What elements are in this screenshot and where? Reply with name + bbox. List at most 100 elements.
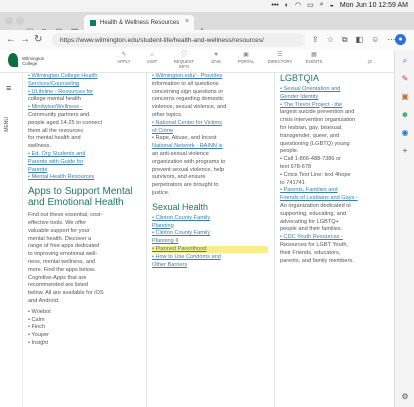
sexual-health-line[interactable]: • Clinton County Family — [152, 230, 268, 237]
forward-button[interactable]: → — [20, 34, 30, 45]
wifi-icon[interactable]: ◠ — [295, 1, 301, 9]
body-line: Cognitive-Apps that are — [28, 274, 87, 281]
column-lgbtqia: LGBTQIA • Sexual Orientation and Gender I… — [280, 73, 390, 265]
sexual-health-heading: Sexual Health — [152, 201, 209, 212]
sexual-health-line[interactable]: Planning — [152, 223, 268, 230]
tab-active[interactable]: Health & Wellness Resources × — [84, 15, 194, 30]
body-line: valuable support for your — [28, 227, 90, 234]
apply-icon: ✎ — [121, 52, 127, 58]
lgbtqia-line: text 678-678 — [280, 163, 312, 170]
control-center-icon[interactable]: ◒ — [330, 2, 334, 9]
tab-title: Health & Wellness Resources — [100, 19, 180, 26]
column-divider — [274, 73, 275, 407]
column-safety-sexual-health: • Wilmington.edu/ - Provides information … — [152, 73, 268, 269]
search-icon[interactable]: ⌕ — [400, 56, 410, 66]
resource-line: for mental health and — [28, 135, 81, 142]
briefcase-icon[interactable]: ▣ — [400, 92, 410, 102]
resource-line[interactable]: • Mindwise/Wellness - — [28, 104, 140, 111]
resource-line[interactable]: Parents with Guide for — [28, 159, 140, 166]
browser-toolbar: ← → ↻ https://www.wilmington.edu/student… — [0, 30, 414, 51]
resource-line: college mental health — [28, 96, 81, 103]
body-line: more. Find the apps below. — [28, 266, 96, 273]
app-item: • Calm — [28, 316, 45, 323]
browser-right-sidebar: ⌕ ✎ ▣ ☻ ◉ + ⚙ — [394, 50, 414, 407]
body-line: effective tools. We offer — [28, 219, 87, 226]
resource-line[interactable]: • Ed. Org Students and — [28, 151, 140, 158]
lgbtqia-line: for lesbian, gay, bisexual, — [280, 124, 343, 131]
clock[interactable]: Mon Jun 10 12:59 AM — [340, 2, 408, 9]
body-line: below. All are available for iOS — [28, 290, 104, 297]
lgbtqia-line[interactable]: • The Trevor Project - the — [280, 102, 390, 109]
close-tab-icon[interactable]: × — [185, 18, 189, 25]
nav-directory[interactable]: ☰ DIRECTORY — [266, 52, 294, 64]
resource-line[interactable]: of Crime — [152, 128, 268, 135]
resource-line[interactable]: Services/Counseling — [28, 81, 140, 88]
sidebar-toggle-icon[interactable]: ◧ — [356, 35, 364, 45]
lgbtqia-line[interactable]: Gender Identity — [280, 94, 390, 101]
visit-icon: ⌂ — [150, 52, 154, 58]
directory-icon: ☰ — [277, 52, 283, 58]
share-icon[interactable]: ⇪ — [312, 35, 319, 45]
college-logo[interactable] — [8, 53, 18, 67]
bookmark-icon[interactable]: ☆ — [327, 35, 334, 45]
lgbtqia-line[interactable]: Friends of Lesbians and Gays - — [280, 195, 390, 202]
nav-visit[interactable]: ⌂ VISIT — [138, 52, 166, 64]
nav-give[interactable]: ♥ GIVE — [202, 52, 230, 64]
resource-line[interactable]: • ULifeline - Resources for — [28, 89, 140, 96]
site-favicon-icon — [90, 19, 96, 26]
tab-strip: ▤ ⧉ ◫ ▦ Health & Wellness Resources × + — [0, 12, 414, 37]
menu-label[interactable]: MENU — [4, 117, 10, 132]
sexual-health-line[interactable]: Planning II — [152, 238, 268, 245]
resource-line: prevent sexual violence, help — [152, 166, 225, 173]
resource-line[interactable]: • Wilmington.edu/ - Provides — [152, 73, 268, 80]
logo-text[interactable]: Wilmington College — [22, 56, 44, 66]
close-window-button[interactable] — [5, 17, 13, 25]
resource-line: violence, sexual violence, and — [152, 104, 227, 111]
search-icon[interactable]: ⌕ — [320, 1, 324, 9]
nav-portal[interactable]: ▣ PORTAL — [232, 52, 260, 64]
resource-line[interactable]: • Wilmington College Health — [28, 73, 140, 80]
bell-icon[interactable]: ◐ — [285, 2, 289, 9]
profile-icon[interactable]: ☺ — [371, 35, 379, 45]
lgbtqia-line[interactable]: • Parents, Families and — [280, 187, 390, 194]
battery-icon[interactable]: ▭ — [307, 1, 314, 9]
resource-line[interactable]: Parents — [28, 167, 140, 174]
resource-line[interactable]: • Mental Health Resources — [28, 174, 140, 181]
resource-line: Community partners and — [28, 111, 90, 118]
resource-line: them all the resources — [28, 127, 84, 134]
hamburger-icon[interactable]: ≡ — [6, 83, 11, 93]
reload-button[interactable]: ↻ — [34, 34, 42, 45]
sexual-health-line[interactable]: • Planned Parenthood — [152, 245, 268, 253]
sexual-health-line[interactable]: Other Barriers — [152, 262, 268, 269]
outlook-icon[interactable]: ◉ — [400, 128, 410, 138]
minimize-window-button[interactable] — [16, 17, 24, 25]
lgbtqia-heading: LGBTQIA — [280, 73, 320, 83]
lgbtqia-line[interactable]: • Sexual Orientation and — [280, 86, 390, 93]
ellipsis-icon[interactable]: ••• — [271, 2, 278, 9]
resource-line[interactable]: National Network - RAINN is — [152, 143, 268, 150]
site-search-icon[interactable]: ⌕ — [362, 53, 378, 69]
sexual-health-line[interactable]: • How to Use Condoms and — [152, 254, 268, 261]
extensions-icon[interactable]: ⧉ — [342, 35, 348, 45]
person-icon[interactable]: ☻ — [400, 110, 410, 120]
sexual-health-line[interactable]: • Clinton County Family — [152, 215, 268, 222]
resource-line: concerning sign questions or — [152, 88, 224, 95]
lgbtqia-line: • Crisis Text Line: text 4hope — [280, 171, 351, 178]
app-item: • Youper — [28, 332, 49, 339]
nav-events[interactable]: ▦ EVENTS — [300, 52, 328, 64]
nav-apply[interactable]: ✎ APPLY — [110, 52, 138, 64]
pencil-icon[interactable]: ✎ — [400, 74, 410, 84]
plus-icon[interactable]: + — [400, 146, 410, 156]
back-button[interactable]: ← — [6, 34, 16, 45]
nav-request-info[interactable]: ⓘ REQUEST INFO — [170, 52, 198, 69]
address-bar[interactable]: https://www.wilmington.edu/student-life/… — [52, 33, 305, 47]
lgbtqia-line: supporting, educating, and — [280, 210, 346, 217]
lgbtqia-line[interactable]: • CDC Youth Resources - — [280, 234, 390, 241]
resource-line: people aged 14-25 to connect — [28, 119, 103, 126]
resource-line[interactable]: • National Center for Victims — [152, 120, 268, 127]
lgbtqia-line: largest suicide prevention and — [280, 109, 355, 116]
copilot-icon[interactable]: ● — [395, 34, 406, 45]
body-line: ness, mental wellness, and — [28, 258, 96, 265]
lgbtqia-line: crisis intervention organization — [280, 117, 356, 124]
settings-icon[interactable]: ⚙ — [400, 392, 410, 402]
